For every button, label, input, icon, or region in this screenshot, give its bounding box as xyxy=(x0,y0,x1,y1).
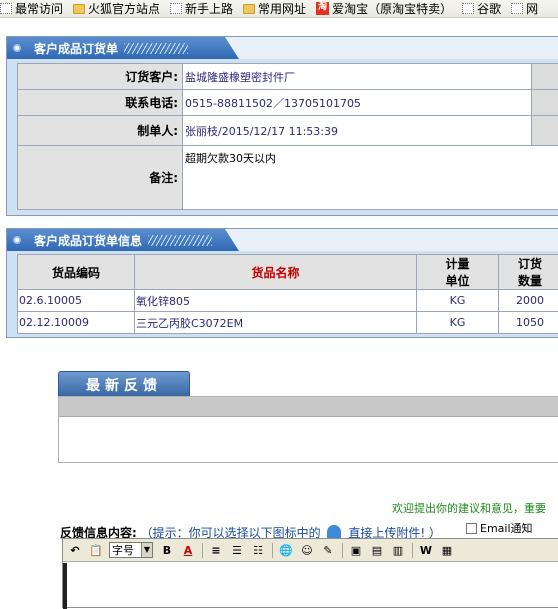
side-cell xyxy=(532,116,558,146)
link-icon[interactable]: 🌐 xyxy=(278,542,294,558)
word-icon[interactable]: W xyxy=(418,542,434,558)
customer-value: 盐城隆盛橡塑密封件厂 xyxy=(183,64,532,90)
bookmark-common-sites[interactable]: 常用网址 xyxy=(243,0,306,18)
order-panel-header: 客户成品订货单 xyxy=(7,37,558,59)
bookmark-most-visited[interactable]: 最常访问 xyxy=(0,0,63,18)
maker-value: 张丽枝/2015/12/17 11:53:39 xyxy=(183,116,532,146)
bookmarks-toolbar: 最常访问 火狐官方站点 新手上路 常用网址 淘 爱淘宝（原淘宝特卖） 谷歌 网 xyxy=(0,0,558,18)
emoticon-icon[interactable]: ☺ xyxy=(299,542,315,558)
item-name: 氧化锌805 xyxy=(135,290,417,312)
ordered-list-icon[interactable]: ☰ xyxy=(229,542,245,558)
maker-label: 制单人: xyxy=(18,116,183,146)
align-icon[interactable]: ≡ xyxy=(208,542,224,558)
edit-icon[interactable]: ✎ xyxy=(320,542,336,558)
table-row: 02.12.10009 三元乙丙胶C3072EM KG 1050 xyxy=(18,312,558,334)
bookmark-label: 谷歌 xyxy=(477,0,501,17)
phone-value: 0515-88811502／13705101705 xyxy=(183,90,532,116)
customer-row: 订货客户: 盐城隆盛橡塑密封件厂 xyxy=(18,64,558,90)
font-size-select[interactable]: 字号 ▼ xyxy=(109,542,153,558)
order-panel: 客户成品订货单 订货客户: 盐城隆盛橡塑密封件厂 联系电话: 0515-8881… xyxy=(6,36,558,216)
side-cell xyxy=(532,64,558,90)
order-items-panel-header: 客户成品订货单信息 xyxy=(7,229,558,251)
flash-icon[interactable]: ▥ xyxy=(390,542,406,558)
phone-row: 联系电话: 0515-88811502／13705101705 xyxy=(18,90,558,116)
col-header-name: 货品名称 xyxy=(135,255,417,290)
order-panel-title: 客户成品订货单 xyxy=(34,40,118,57)
font-color-icon[interactable]: A xyxy=(180,542,196,558)
items-header-row: 货品编码 货品名称 计量单位 订货数量 xyxy=(18,255,558,290)
col-header-unit: 计量单位 xyxy=(417,255,499,290)
bookmark-label: 新手上路 xyxy=(185,0,233,17)
stripes-decoration xyxy=(124,43,188,54)
order-panel-tab: 客户成品订货单 xyxy=(7,37,239,59)
upload-icon xyxy=(327,525,341,539)
item-unit: KG xyxy=(417,290,499,312)
dotted-page-icon xyxy=(462,3,474,14)
media-icon[interactable]: ▤ xyxy=(369,542,385,558)
toolbar-separator xyxy=(342,543,343,558)
bookmark-taobao[interactable]: 淘 爱淘宝（原淘宝特卖） xyxy=(316,0,452,18)
rich-text-editor: ↶ 📋 字号 ▼ B A ≡ ☰ ☷ 🌐 ☺ ✎ ▣ ▤ ▥ W ▦ xyxy=(62,538,558,608)
font-size-value: 字号 xyxy=(112,542,134,558)
dotted-page-icon xyxy=(0,3,12,14)
item-unit: KG xyxy=(417,312,499,334)
maker-row: 制单人: 张丽枝/2015/12/17 11:53:39 xyxy=(18,116,558,146)
phone-label: 联系电话: xyxy=(18,90,183,116)
email-notify-label: Email通知 xyxy=(480,520,533,536)
bookmark-label: 常用网址 xyxy=(258,0,306,17)
bold-icon[interactable]: B xyxy=(159,542,175,558)
item-code: 02.12.10009 xyxy=(18,312,135,334)
order-items-panel-title: 客户成品订货单信息 xyxy=(34,232,142,249)
folder-icon xyxy=(243,4,255,14)
note-label: 备注: xyxy=(18,146,183,210)
customer-label: 订货客户: xyxy=(18,64,183,90)
feedback-list-header xyxy=(59,397,558,417)
editor-toolbar: ↶ 📋 字号 ▼ B A ≡ ☰ ☷ 🌐 ☺ ✎ ▣ ▤ ▥ W ▦ xyxy=(63,539,558,562)
order-items-panel: 客户成品订货单信息 货品编码 货品名称 计量单位 订货数量 02.6.10005… xyxy=(6,228,558,338)
bookmark-google[interactable]: 谷歌 xyxy=(462,0,501,18)
bookmark-more[interactable]: 网 xyxy=(511,0,538,18)
dotted-page-icon xyxy=(170,3,182,14)
taobao-icon: 淘 xyxy=(316,2,329,15)
undo-icon[interactable]: ↶ xyxy=(67,542,83,558)
item-qty: 1050 xyxy=(499,312,558,334)
source-icon[interactable]: ▦ xyxy=(439,542,455,558)
bullet-icon xyxy=(13,44,21,52)
bullet-icon xyxy=(13,236,21,244)
bookmark-getting-started[interactable]: 新手上路 xyxy=(170,0,233,18)
folder-icon xyxy=(73,4,85,14)
note-row: 备注: 超期欠款30天以内 xyxy=(18,146,558,210)
side-cell xyxy=(532,90,558,116)
item-qty: 2000 xyxy=(499,290,558,312)
paste-icon[interactable]: 📋 xyxy=(88,542,104,558)
email-notify-option[interactable]: Email通知 xyxy=(466,520,533,536)
feedback-tab[interactable]: 最新反馈 xyxy=(58,371,190,398)
editor-text-area[interactable] xyxy=(63,563,558,609)
order-items-table: 货品编码 货品名称 计量单位 订货数量 02.6.10005 氧化锌805 KG… xyxy=(17,254,558,334)
item-name: 三元乙丙胶C3072EM xyxy=(135,312,417,334)
table-row: 02.6.10005 氧化锌805 KG 2000 xyxy=(18,290,558,312)
feedback-list-box xyxy=(58,396,558,463)
bookmark-firefox-official[interactable]: 火狐官方站点 xyxy=(73,0,160,18)
email-notify-checkbox[interactable] xyxy=(466,523,477,534)
bookmark-label: 最常访问 xyxy=(15,0,63,17)
col-header-code: 货品编码 xyxy=(18,255,135,290)
note-value: 超期欠款30天以内 xyxy=(183,146,558,210)
dotted-page-icon xyxy=(511,3,523,14)
order-form-table: 订货客户: 盐城隆盛橡塑密封件厂 联系电话: 0515-88811502／137… xyxy=(17,63,558,210)
stripes-decoration xyxy=(148,235,212,246)
image-icon[interactable]: ▣ xyxy=(348,542,364,558)
bookmark-label: 网 xyxy=(526,0,538,17)
unordered-list-icon[interactable]: ☷ xyxy=(250,542,266,558)
toolbar-separator xyxy=(412,543,413,558)
bookmark-label: 爱淘宝（原淘宝特卖） xyxy=(332,0,452,17)
item-code: 02.6.10005 xyxy=(18,290,135,312)
suggest-notice: 欢迎提出你的建议和意见，重要 xyxy=(392,500,546,516)
toolbar-separator xyxy=(272,543,273,558)
chevron-down-icon: ▼ xyxy=(141,543,152,557)
toolbar-separator xyxy=(202,543,203,558)
order-items-panel-tab: 客户成品订货单信息 xyxy=(7,229,239,251)
col-header-qty: 订货数量 xyxy=(499,255,558,290)
bookmark-label: 火狐官方站点 xyxy=(88,0,160,17)
